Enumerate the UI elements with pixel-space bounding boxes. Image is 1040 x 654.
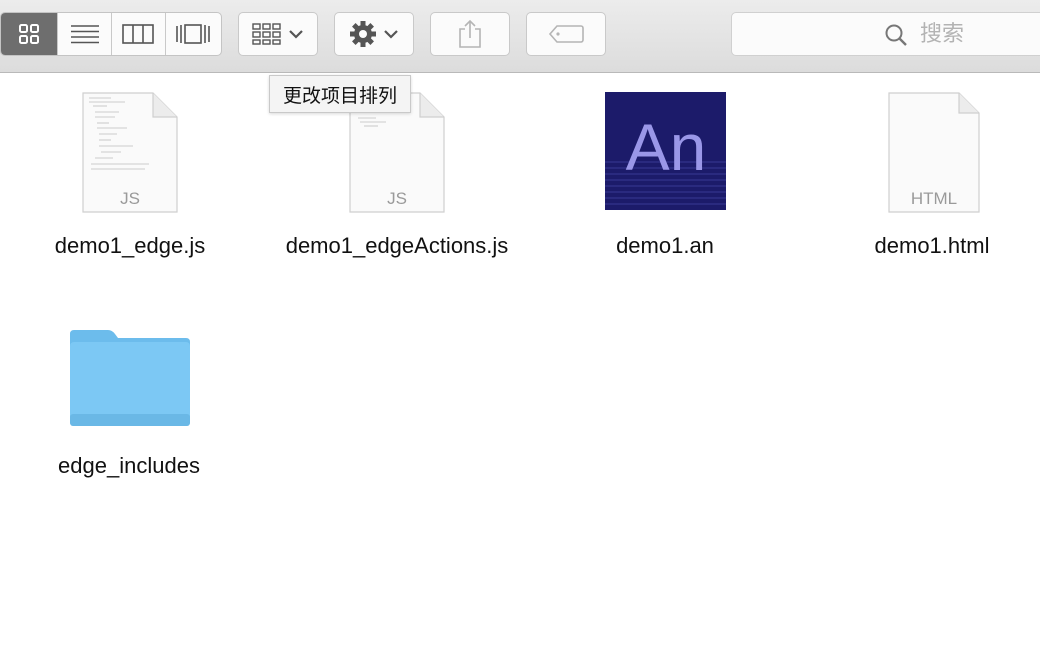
icon-view-icon — [19, 24, 40, 44]
share-button[interactable] — [430, 12, 510, 56]
file-name: edge_includes — [58, 453, 200, 478]
file-name: demo1_edge.js — [54, 233, 206, 258]
column-view-button[interactable] — [112, 13, 166, 55]
arrange-grid-icon — [252, 23, 281, 45]
file-name: demo1.an — [616, 233, 714, 258]
html-document-icon: HTML — [817, 90, 1040, 220]
animate-document-icon: An — [550, 90, 780, 220]
icon-view-button[interactable] — [1, 13, 59, 55]
share-icon — [459, 19, 481, 48]
tag-icon — [548, 25, 584, 43]
search-field[interactable] — [731, 12, 1040, 56]
file-item[interactable]: An demo1.an — [550, 90, 780, 290]
file-name: demo1.html — [874, 233, 990, 258]
file-item[interactable]: JS demo1_edgeActions.js — [282, 90, 512, 310]
search-input[interactable] — [920, 21, 1040, 47]
tooltip: 更改项目排列 — [269, 75, 412, 113]
coverflow-view-icon — [176, 24, 211, 44]
file-item[interactable]: JS demo1_edge.js — [15, 90, 245, 290]
arrange-button[interactable] — [238, 12, 318, 56]
an-logo-text: An — [626, 110, 707, 184]
file-item[interactable]: HTML demo1.html — [817, 90, 1040, 290]
file-name: demo1_edgeActions.js — [285, 233, 509, 258]
list-view-icon — [70, 25, 99, 44]
coverflow-view-button[interactable] — [166, 13, 221, 55]
file-type-label: HTML — [911, 189, 957, 208]
toolbar — [0, 0, 1040, 73]
folder-icon — [14, 320, 244, 450]
gear-icon — [350, 21, 376, 47]
chevron-down-icon — [384, 30, 398, 39]
search-icon — [885, 24, 907, 46]
folder-item[interactable]: edge_includes — [14, 320, 244, 500]
column-view-icon — [122, 24, 155, 44]
view-mode-segmented-control — [0, 12, 222, 56]
file-type-label: JS — [387, 189, 407, 208]
js-document-icon: JS — [15, 90, 245, 220]
list-view-button[interactable] — [58, 13, 112, 55]
action-button[interactable] — [334, 12, 414, 56]
file-type-label: JS — [120, 189, 140, 208]
tag-button[interactable] — [526, 12, 606, 56]
chevron-down-icon — [289, 30, 303, 39]
